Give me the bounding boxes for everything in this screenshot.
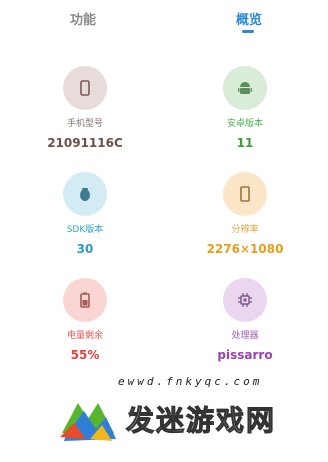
site-watermark: ewwd.fnkyqc.com 发迷游戏网 [0,365,328,462]
watermark-logo [60,403,116,441]
processor-label: 处理器 [231,331,259,341]
battery-icon-circle [63,278,107,322]
sdk-version-card: SDK版本 30 [20,172,150,257]
screen-icon [240,186,250,202]
device-model-icon-circle [63,66,107,110]
resolution-value: 2276×1080 [206,242,284,256]
watermark-url: ewwd.fnkyqc.com [118,375,263,388]
chip-bug-icon [80,188,90,201]
sdk-version-value: 30 [76,242,94,256]
android-version-card: 安卓版本 11 [180,66,310,151]
processor-card: 处理器 pissarro [180,278,310,363]
tab-overview[interactable]: 概览 [236,9,262,28]
resolution-card: 分辨率 2276×1080 [180,172,310,257]
processor-icon-circle [223,278,267,322]
active-tab-indicator [242,30,254,33]
android-version-value: 11 [236,136,254,150]
android-version-icon-circle [223,66,267,110]
processor-value: pissarro [217,348,273,362]
sdk-version-label: SDK版本 [66,225,104,235]
battery-label: 电量剩余 [66,331,103,341]
device-model-label: 手机型号 [66,119,103,129]
battery-icon [80,292,90,308]
tab-bar: 功能 概览 [0,0,328,40]
cpu-icon [238,293,252,307]
tab-features[interactable]: 功能 [70,9,96,28]
watermark-text: 发迷游戏网 [125,404,277,438]
battery-value: 55% [70,348,100,362]
android-icon [238,82,252,94]
device-model-card: 手机型号 21091116C [20,66,150,151]
phone-icon [80,80,90,96]
resolution-label: 分辨率 [231,225,259,235]
device-model-value: 21091116C [47,136,123,150]
android-version-label: 安卓版本 [226,119,263,129]
sdk-version-icon-circle [63,172,107,216]
battery-card: 电量剩余 55% [20,278,150,363]
resolution-icon-circle [223,172,267,216]
